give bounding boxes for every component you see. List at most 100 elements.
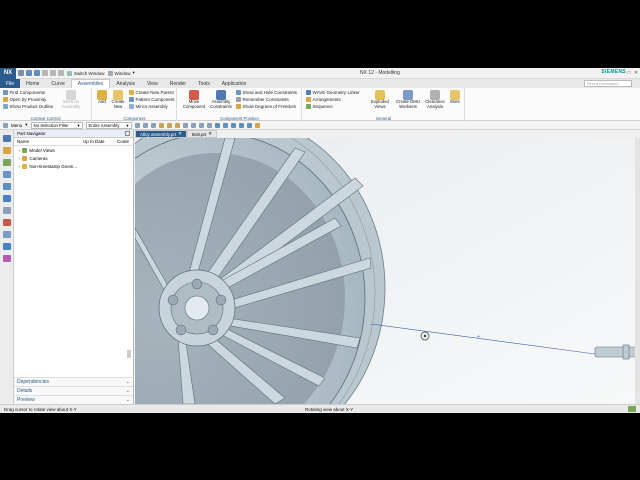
- paste-icon[interactable]: [58, 70, 64, 76]
- tree-item[interactable]: + Non-timestamp Geom...: [14, 162, 133, 170]
- expand-icon[interactable]: +: [18, 164, 20, 169]
- create-new-button[interactable]: Create New: [109, 90, 127, 110]
- tangent-icon[interactable]: [206, 122, 212, 128]
- minimize-icon[interactable]: –: [622, 70, 625, 76]
- snap-icon[interactable]: [134, 122, 140, 128]
- system-materials-icon[interactable]: [2, 243, 11, 250]
- column-name[interactable]: Name: [14, 139, 80, 144]
- hd3d-tools-icon[interactable]: [2, 183, 11, 190]
- work-on-assembly-button[interactable]: Work on Assembly: [60, 90, 82, 110]
- more-button[interactable]: More: [447, 90, 463, 105]
- create-dmu-button[interactable]: Create DMU Worksets: [393, 90, 423, 110]
- close-icon[interactable]: ✕: [208, 131, 212, 137]
- grid-icon[interactable]: [190, 122, 196, 128]
- pattern-component-button[interactable]: Pattern Component: [129, 97, 175, 102]
- maximize-icon[interactable]: □: [628, 70, 631, 76]
- roles-icon[interactable]: [2, 231, 11, 238]
- assembly-navigator-icon[interactable]: [2, 147, 11, 154]
- tab-assemblies[interactable]: Assemblies: [70, 79, 111, 88]
- show-hide-constraints-button[interactable]: Show and Hide Constraints: [236, 90, 297, 95]
- tab-analysis[interactable]: Analysis: [110, 79, 141, 88]
- deselect-icon[interactable]: [150, 122, 156, 128]
- save-icon[interactable]: [18, 70, 24, 76]
- exploded-views-button[interactable]: Exploded Views: [369, 90, 391, 110]
- window-controls: – □ ✕: [622, 70, 638, 76]
- reuse-library-icon[interactable]: [2, 171, 11, 178]
- tab-render[interactable]: Render: [164, 79, 192, 88]
- remember-constraints-button[interactable]: Remember Constraints: [236, 97, 289, 102]
- scrollbar[interactable]: [127, 350, 131, 358]
- tab-view[interactable]: View: [141, 79, 164, 88]
- show-dof-button[interactable]: Show Degrees of Freedom: [236, 104, 296, 109]
- select-all-icon[interactable]: [142, 122, 148, 128]
- preview-section[interactable]: Preview ⌄: [14, 395, 133, 404]
- graphics-window[interactable]: +: [135, 138, 640, 404]
- status-bar: Drag cursor to rotate view about X-Y Rot…: [0, 404, 640, 413]
- show-product-outline-button[interactable]: Show Product Outline: [3, 104, 53, 109]
- history-icon[interactable]: [2, 207, 11, 214]
- system-scenes-icon[interactable]: [2, 255, 11, 262]
- intersection-icon[interactable]: [198, 122, 204, 128]
- wave-icon: [306, 90, 311, 95]
- assembly-constraints-button[interactable]: Assembly Constraints: [208, 90, 234, 110]
- viewport-scrollbar[interactable]: [635, 138, 640, 404]
- details-section[interactable]: Details ⌄: [14, 386, 133, 395]
- selection-filter-value: No Selection Filter: [33, 122, 69, 128]
- column-up-to-date[interactable]: Up to Date: [80, 139, 114, 144]
- expand-icon[interactable]: +: [18, 156, 20, 161]
- tab-bolt[interactable]: Bolt.prt ✕: [186, 130, 218, 138]
- tree-item[interactable]: + Model Views: [14, 146, 133, 154]
- switch-window-button[interactable]: Switch Window: [67, 70, 105, 76]
- wave-linker-button[interactable]: WAVE Geometry Linker: [306, 90, 360, 95]
- menu-button[interactable]: Menu: [11, 123, 22, 128]
- command-finder-input[interactable]: Find a Command: [584, 80, 632, 87]
- tab-alloy-assembly[interactable]: Alloy assembly.prt ✕: [135, 130, 187, 138]
- selection-filter-dropdown[interactable]: No Selection Filter ▾: [30, 121, 83, 129]
- exploded-views-label: Exploded Views: [371, 99, 389, 109]
- close-icon[interactable]: [125, 131, 130, 136]
- arrangements-button[interactable]: Arrangements: [306, 97, 341, 102]
- find-components-button[interactable]: Find Components: [3, 90, 45, 95]
- rotate-icon[interactable]: [238, 122, 244, 128]
- close-icon[interactable]: ✕: [634, 70, 638, 76]
- shading-icon[interactable]: [254, 122, 260, 128]
- add-component-button[interactable]: Add: [95, 90, 109, 105]
- tab-home[interactable]: Home: [20, 79, 45, 88]
- open-by-proximity-button[interactable]: Open by Proximity: [3, 97, 46, 102]
- constraint-navigator-icon[interactable]: [2, 159, 11, 166]
- selection-scope-dropdown[interactable]: Entire Assembly ▾: [85, 121, 132, 129]
- tree-item[interactable]: + Cameras: [14, 154, 133, 162]
- create-new-parent-button[interactable]: Create New Parent: [129, 90, 174, 95]
- fit-icon[interactable]: [222, 122, 228, 128]
- web-browser-icon[interactable]: [2, 195, 11, 202]
- redo-icon[interactable]: [34, 70, 40, 76]
- point-icon[interactable]: [158, 122, 164, 128]
- expand-icon[interactable]: +: [18, 148, 20, 153]
- copy-icon[interactable]: [50, 70, 56, 76]
- tab-application[interactable]: Application: [216, 79, 252, 88]
- cut-icon[interactable]: [42, 70, 48, 76]
- pan-icon[interactable]: [246, 122, 252, 128]
- tab-tools[interactable]: Tools: [192, 79, 216, 88]
- arrangements-label: Arrangements: [312, 97, 341, 102]
- endpoint-icon[interactable]: [166, 122, 172, 128]
- view-icon[interactable]: [214, 122, 220, 128]
- part-navigator-icon[interactable]: [2, 135, 11, 142]
- mirror-assembly-button[interactable]: Mirror Assembly: [129, 104, 168, 109]
- zoom-icon[interactable]: [230, 122, 236, 128]
- close-icon[interactable]: ✕: [178, 131, 182, 137]
- column-context[interactable]: Conte: [114, 139, 129, 144]
- sequence-button[interactable]: Sequence: [306, 104, 333, 109]
- pattern-component-label: Pattern Component: [135, 97, 175, 102]
- midpoint-icon[interactable]: [174, 122, 180, 128]
- dependencies-section[interactable]: Dependencies ⌄: [14, 377, 133, 386]
- tab-file[interactable]: File: [0, 79, 21, 88]
- move-component-button[interactable]: Move Component: [180, 90, 208, 110]
- undo-icon[interactable]: [26, 70, 32, 76]
- process-studio-icon[interactable]: [2, 219, 11, 226]
- window-menu[interactable]: Window ▾: [107, 70, 135, 76]
- clearance-analysis-button[interactable]: Clearance Analysis: [424, 90, 446, 110]
- tab-curve[interactable]: Curve: [45, 79, 70, 88]
- mirror-assembly-label: Mirror Assembly: [135, 104, 168, 109]
- center-icon[interactable]: [182, 122, 188, 128]
